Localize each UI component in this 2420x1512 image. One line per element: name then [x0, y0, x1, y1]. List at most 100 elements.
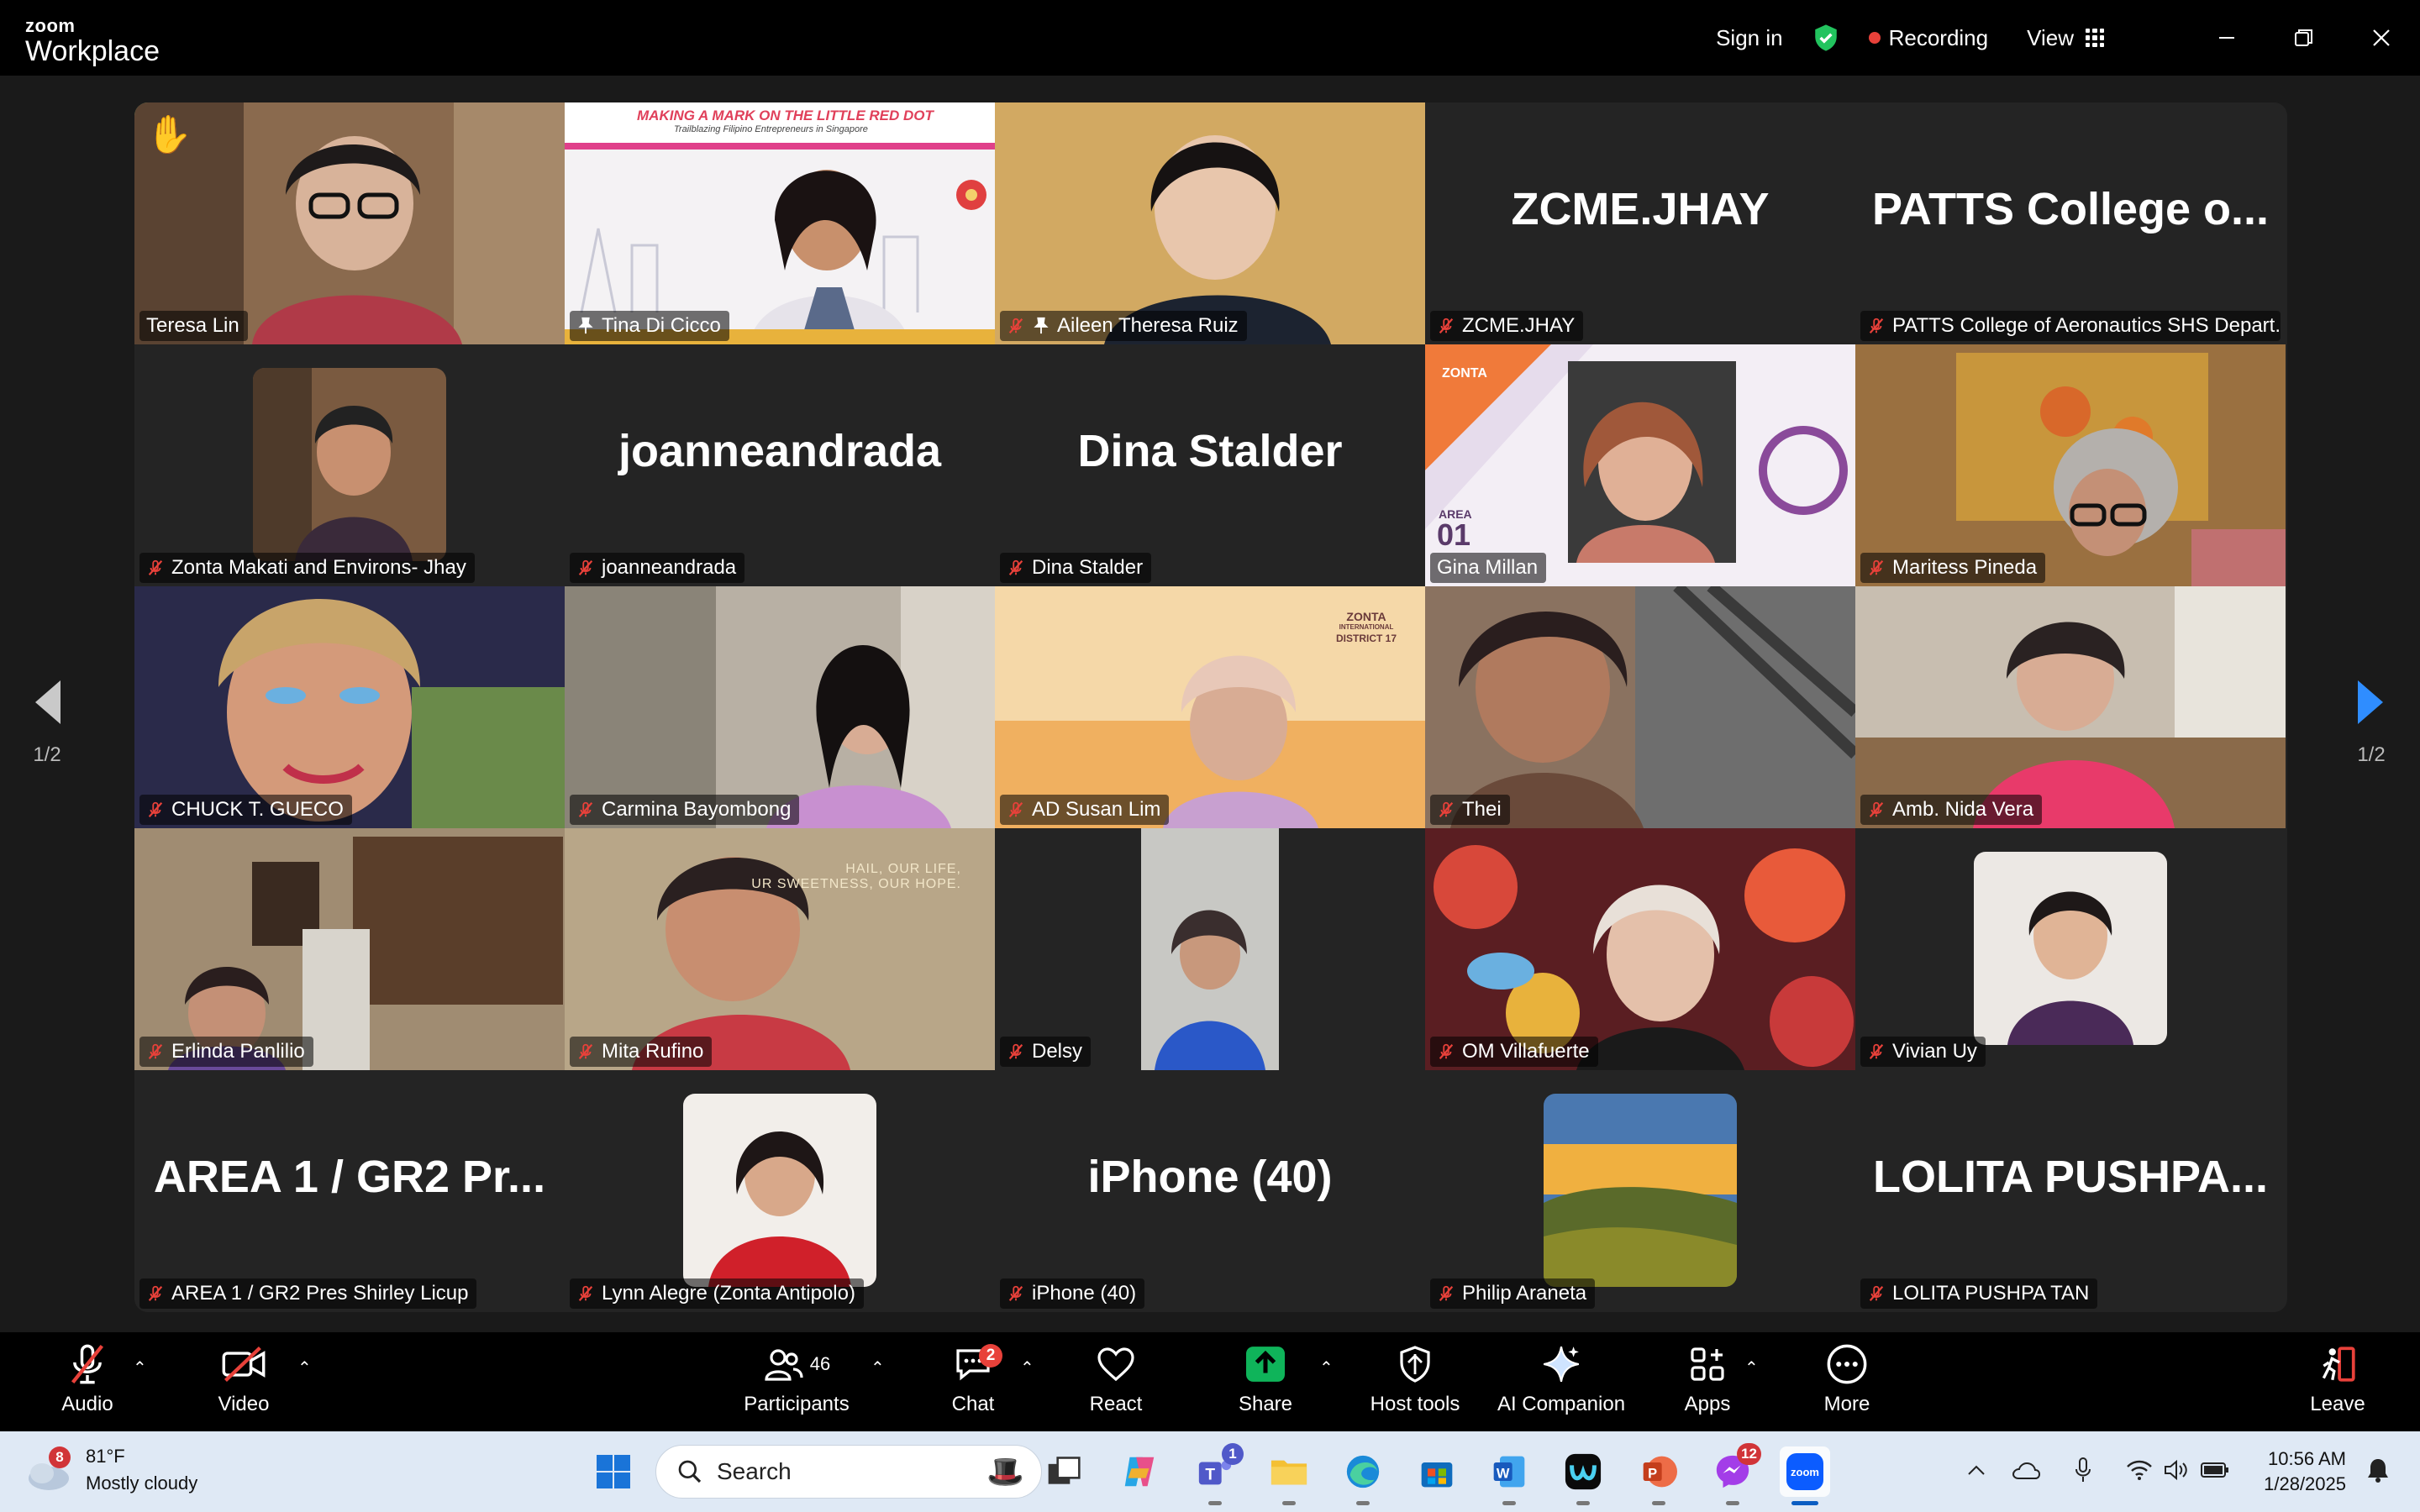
mic-muted-icon: [1869, 1285, 1884, 1301]
apps-options-chevron-icon[interactable]: ⌃: [1744, 1357, 1759, 1378]
brand-big: Workplace: [25, 35, 160, 67]
taskbar-search[interactable]: Search 🎩: [655, 1445, 1042, 1499]
participant-name: Zonta Makati and Environs- Jhay: [171, 556, 466, 579]
participant-tile[interactable]: LOLITA PUSHPA... LOLITA PUSHPA TAN: [1855, 1070, 2286, 1312]
next-page-button[interactable]: 1/2: [2346, 679, 2396, 767]
copilot-button[interactable]: [1114, 1446, 1165, 1497]
powerpoint-button[interactable]: P: [1634, 1446, 1684, 1505]
participant-tile[interactable]: Thei: [1425, 586, 1855, 828]
weather-widget[interactable]: 8 81°F Mostly cloudy: [24, 1443, 197, 1497]
participant-tile[interactable]: Dina Stalder Dina Stalder: [995, 344, 1425, 586]
video-button[interactable]: Video: [176, 1339, 311, 1416]
participant-tile[interactable]: Lynn Alegre (Zonta Antipolo): [565, 1070, 995, 1312]
share-screen-icon: [1246, 1347, 1285, 1382]
start-button[interactable]: [588, 1446, 639, 1497]
host-tools-button[interactable]: Host tools: [1348, 1339, 1482, 1416]
participant-name: Delsy: [1032, 1040, 1083, 1063]
chat-options-chevron-icon[interactable]: ⌃: [1020, 1357, 1034, 1378]
participant-tile[interactable]: Aileen Theresa Ruiz: [995, 102, 1425, 344]
participant-video: [1855, 344, 2286, 586]
webex-button[interactable]: [1558, 1446, 1608, 1505]
participant-display-name: PATTS College o...: [1871, 184, 2270, 234]
mic-muted-icon: [1869, 559, 1884, 575]
task-view-button[interactable]: [1039, 1446, 1089, 1497]
participant-tile[interactable]: MAKING A MARK ON THE LITTLE RED DOT Trai…: [565, 102, 995, 344]
show-hidden-icons-chevron-icon[interactable]: [1966, 1463, 1986, 1481]
security-shield-icon[interactable]: [1812, 24, 1840, 52]
participant-tile[interactable]: ZCME.JHAY ZCME.JHAY: [1425, 102, 1855, 344]
search-icon: [678, 1460, 702, 1483]
battery-icon[interactable]: [2200, 1461, 2230, 1483]
volume-icon[interactable]: [2163, 1458, 2190, 1486]
participant-tile[interactable]: Amb. Nida Vera: [1855, 586, 2286, 828]
audio-label: Audio: [61, 1393, 113, 1415]
participant-name: PATTS College of Aeronautics SHS Depart.…: [1892, 314, 2281, 337]
edge-browser-button[interactable]: [1338, 1446, 1388, 1505]
microsoft-store-button[interactable]: [1412, 1446, 1462, 1497]
ai-companion-button[interactable]: AI Companion: [1494, 1339, 1628, 1416]
video-options-chevron-icon[interactable]: ⌃: [297, 1357, 312, 1378]
close-button[interactable]: [2343, 0, 2420, 76]
participant-name: iPhone (40): [1032, 1282, 1137, 1305]
zoom-button[interactable]: zoom: [1780, 1446, 1830, 1505]
participant-name: Tina Di Cicco: [602, 314, 721, 337]
participant-tile[interactable]: Delsy: [995, 828, 1425, 1070]
participant-tile[interactable]: AREA 1 / GR2 Pr... AREA 1 / GR2 Pres Shi…: [134, 1070, 565, 1312]
more-label: More: [1823, 1393, 1870, 1415]
restore-button[interactable]: [2265, 0, 2343, 76]
svg-text:zoom: zoom: [1791, 1466, 1819, 1478]
participant-video: [1425, 828, 1855, 1070]
mic-muted-icon: [1439, 1043, 1454, 1059]
sign-in-link[interactable]: Sign in: [1716, 25, 1783, 51]
participant-tile[interactable]: ✋ Teresa Lin: [134, 102, 565, 344]
close-icon: [2373, 29, 2390, 46]
participant-tile[interactable]: Erlinda Panlilio: [134, 828, 565, 1070]
participant-tile[interactable]: Philip Araneta: [1425, 1070, 1855, 1312]
more-button[interactable]: More: [1780, 1339, 1914, 1416]
share-button[interactable]: Share: [1198, 1339, 1333, 1416]
participant-tile[interactable]: Vivian Uy: [1855, 828, 2286, 1070]
svg-text:P: P: [1648, 1466, 1657, 1481]
messenger-button[interactable]: 12: [1707, 1443, 1761, 1505]
zoom-meeting-window: zoom Workplace Sign in Recording View 1/…: [0, 0, 2420, 1512]
share-options-chevron-icon[interactable]: ⌃: [1319, 1357, 1334, 1378]
participant-name: LOLITA PUSHPA TAN: [1892, 1282, 2090, 1305]
weather-badge: 8: [49, 1446, 71, 1468]
chat-label: Chat: [951, 1393, 995, 1415]
participant-video: [1425, 586, 1855, 828]
participant-tile[interactable]: Zonta Makati and Environs- Jhay: [134, 344, 565, 586]
participants-options-chevron-icon[interactable]: ⌃: [871, 1357, 885, 1378]
word-icon: W: [1493, 1456, 1525, 1488]
participant-tile[interactable]: CHUCK T. GUECO: [134, 586, 565, 828]
participant-tile[interactable]: PATTS College o... PATTS College of Aero…: [1855, 102, 2286, 344]
previous-page-button[interactable]: 1/2: [22, 679, 72, 767]
leave-button[interactable]: Leave: [2270, 1339, 2405, 1416]
participants-button[interactable]: 46 Participants: [721, 1339, 872, 1416]
participant-video: [565, 102, 995, 344]
view-button[interactable]: View: [2027, 25, 2104, 51]
react-button[interactable]: React: [1049, 1339, 1183, 1416]
onedrive-cloud-icon[interactable]: [2012, 1460, 2041, 1484]
participant-tile[interactable]: HAIL, OUR LIFE, UR SWEETNESS, OUR HOPE. …: [565, 828, 995, 1070]
participant-name: Maritess Pineda: [1892, 556, 2038, 579]
clock[interactable]: 10:56 AM 1/28/2025: [2264, 1446, 2346, 1497]
participant-name: Vivian Uy: [1892, 1040, 1977, 1063]
participant-tile[interactable]: joanneandrada joanneandrada: [565, 344, 995, 586]
teams-button[interactable]: T 1: [1190, 1443, 1244, 1505]
recording-indicator[interactable]: Recording: [1868, 25, 1988, 51]
microphone-icon[interactable]: [2074, 1457, 2092, 1488]
wifi-icon[interactable]: [2126, 1459, 2153, 1485]
notifications-bell-icon[interactable]: [2366, 1457, 2390, 1488]
word-button[interactable]: W: [1484, 1446, 1534, 1505]
file-explorer-button[interactable]: [1264, 1446, 1314, 1505]
mic-muted-icon: [1869, 801, 1884, 817]
participant-tile[interactable]: Carmina Bayombong: [565, 586, 995, 828]
participant-tile[interactable]: ZONTA AREA 01 Gina Millan: [1425, 344, 1855, 586]
participant-tile[interactable]: iPhone (40) iPhone (40): [995, 1070, 1425, 1312]
participant-tile[interactable]: ZONTA INTERNATIONAL DISTRICT 17 AD Susan…: [995, 586, 1425, 828]
participants-label: Participants: [744, 1393, 850, 1415]
minimize-button[interactable]: [2188, 0, 2265, 76]
participant-tile[interactable]: OM Villafuerte: [1425, 828, 1855, 1070]
audio-options-chevron-icon[interactable]: ⌃: [133, 1357, 147, 1378]
participant-tile[interactable]: Maritess Pineda: [1855, 344, 2286, 586]
